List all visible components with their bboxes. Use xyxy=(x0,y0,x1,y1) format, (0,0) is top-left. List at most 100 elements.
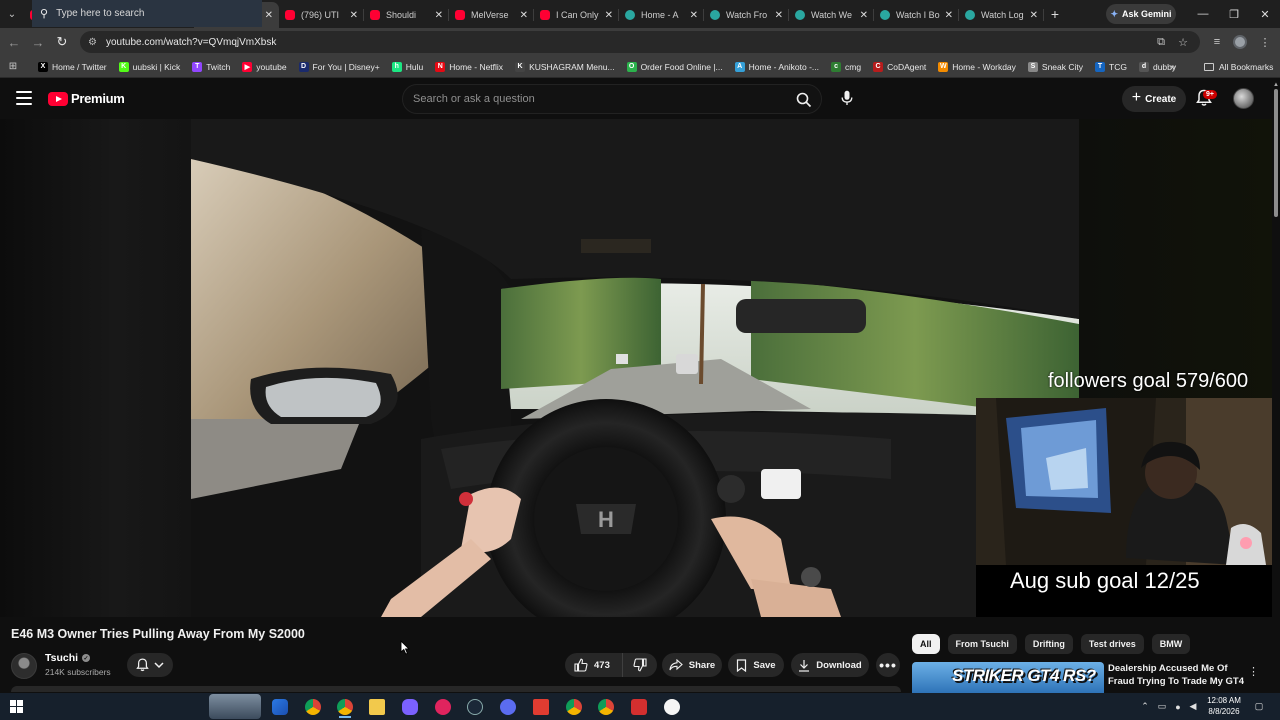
bookmark-item[interactable]: W Home - Workday xyxy=(938,61,1016,72)
taskbar-app-chrome-icon[interactable] xyxy=(333,695,357,718)
reload-button[interactable]: ↻ xyxy=(50,30,74,54)
back-button[interactable]: ← xyxy=(2,30,26,54)
filter-chip[interactable]: Test drives xyxy=(1080,634,1144,654)
taskbar-app-clock-icon[interactable] xyxy=(660,695,684,718)
bookmark-item[interactable]: T Twitch xyxy=(192,61,230,72)
bookmark-item[interactable]: A Home - Anikoto -... xyxy=(734,61,819,72)
tab-close-icon[interactable]: ✕ xyxy=(775,10,783,21)
taskbar-app-chrome-3-icon[interactable] xyxy=(594,695,618,718)
taskbar-app-steam-icon[interactable] xyxy=(463,695,487,718)
more-actions-button[interactable]: ••• xyxy=(876,653,900,677)
subscription-notification-button[interactable] xyxy=(127,653,173,677)
bookmark-item[interactable]: Kuubski | Kick xyxy=(118,61,180,72)
bookmark-item[interactable]: c cmg xyxy=(831,61,861,72)
search-button[interactable] xyxy=(793,89,815,111)
start-button[interactable] xyxy=(0,693,32,720)
channel-name-link[interactable]: Tsuchi ✓ xyxy=(45,652,91,664)
browser-tab[interactable]: Shouldi ✕ xyxy=(364,2,449,28)
filter-chip[interactable]: From Tsuchi xyxy=(947,634,1017,654)
voice-search-button[interactable] xyxy=(835,86,859,110)
taskbar-search-box[interactable]: ⚲ Type here to search xyxy=(32,0,262,27)
site-info-icon[interactable]: ⚙ xyxy=(88,37,102,48)
taskbar-app-file-explorer-icon[interactable] xyxy=(365,695,389,718)
tab-close-icon[interactable]: ✕ xyxy=(1030,10,1038,21)
apps-grid-icon[interactable]: ⊞ xyxy=(0,61,26,72)
notification-center-icon[interactable]: ▢ xyxy=(1252,693,1266,720)
recommended-video-thumbnail[interactable]: STRIKER GT4 RS? xyxy=(912,662,1104,693)
tab-close-icon[interactable]: ✕ xyxy=(435,10,443,21)
browser-tab[interactable]: Watch We ✕ xyxy=(789,2,874,28)
share-button[interactable]: Share xyxy=(662,653,722,677)
tab-close-icon[interactable]: ✕ xyxy=(945,10,953,21)
video-frame[interactable]: H xyxy=(191,119,1079,617)
download-button[interactable]: Download xyxy=(791,653,869,677)
browser-menu-button[interactable]: ⋮ xyxy=(1254,30,1276,54)
tray-volume-icon[interactable]: ◀ xyxy=(1186,693,1200,720)
recommended-more-icon[interactable]: ⋮ xyxy=(1248,665,1259,678)
bookmark-item[interactable]: N Home - Netflix xyxy=(435,61,503,72)
browser-tab[interactable]: Home - A ✕ xyxy=(619,2,704,28)
filter-chip[interactable]: All xyxy=(912,634,940,654)
ask-gemini-button[interactable]: ✦ Ask Gemini xyxy=(1106,4,1176,24)
like-button[interactable]: 473 xyxy=(565,653,623,677)
filter-chip[interactable]: Drifting xyxy=(1024,634,1073,654)
tab-close-icon[interactable]: ✕ xyxy=(350,10,358,21)
browser-tab[interactable]: I Can Only ✕ xyxy=(534,2,619,28)
install-app-icon[interactable]: ⧉ xyxy=(1152,31,1170,53)
bookmark-item[interactable]: ▶ youtube xyxy=(242,61,287,72)
guide-menu-icon[interactable] xyxy=(16,91,32,105)
tab-close-icon[interactable]: ✕ xyxy=(265,10,273,21)
browser-tab[interactable]: Watch Log ✕ xyxy=(959,2,1044,28)
tab-close-icon[interactable]: ✕ xyxy=(690,10,698,21)
search-highlight-image[interactable] xyxy=(209,694,261,719)
tab-close-icon[interactable]: ✕ xyxy=(860,10,868,21)
bookmark-item[interactable]: h Hulu xyxy=(391,61,423,72)
taskbar-app-browser-icon[interactable] xyxy=(496,695,520,718)
bookmark-item[interactable]: X Home / Twitter xyxy=(38,61,107,72)
more-bookmarks-chevron-icon[interactable]: » xyxy=(1170,56,1176,78)
tray-display-icon[interactable]: ▭ xyxy=(1155,693,1169,720)
minimize-window-button[interactable]: — xyxy=(1188,0,1218,28)
bookmark-item[interactable]: O Order Food Online |... xyxy=(626,61,723,72)
save-button[interactable]: Save xyxy=(728,653,784,677)
bookmark-item[interactable]: K KUSHAGRAM Menu... xyxy=(515,61,615,72)
bookmark-star-icon[interactable]: ☆ xyxy=(1174,31,1192,53)
bookmark-item[interactable]: D For You | Disney+ xyxy=(298,61,380,72)
taskbar-app-riot-icon[interactable] xyxy=(529,695,553,718)
account-avatar[interactable] xyxy=(1233,88,1254,109)
page-scrollbar[interactable] xyxy=(1272,79,1280,689)
browser-tab[interactable]: Watch Fro ✕ xyxy=(704,2,789,28)
forward-button[interactable]: → xyxy=(26,30,50,54)
scroll-up-arrow-icon[interactable]: ▲ xyxy=(1272,82,1280,88)
scrollbar-thumb[interactable] xyxy=(1274,89,1278,217)
close-window-button[interactable]: ✕ xyxy=(1250,0,1280,28)
filter-chip[interactable]: BMW xyxy=(1151,634,1191,654)
all-bookmarks-button[interactable]: All Bookmarks xyxy=(1204,56,1273,78)
bookmark-item[interactable]: C CoDAgent xyxy=(873,61,926,72)
tab-close-icon[interactable]: ✕ xyxy=(520,10,528,21)
browser-tab[interactable]: Watch I Bo ✕ xyxy=(874,2,959,28)
browser-tab[interactable]: MelVerse ✕ xyxy=(449,2,534,28)
youtube-premium-logo[interactable]: Premium xyxy=(48,91,125,106)
browser-tab[interactable]: (796) UTI ✕ xyxy=(279,2,364,28)
taskbar-app-media-player-icon[interactable] xyxy=(431,695,455,718)
tab-close-icon[interactable]: ✕ xyxy=(605,10,613,21)
tray-overflow-chevron-icon[interactable]: ⌃ xyxy=(1138,693,1152,720)
bookmark-item[interactable]: T TCG xyxy=(1095,61,1127,72)
tab-search-button[interactable]: ⌄ xyxy=(0,0,24,28)
description-box[interactable] xyxy=(11,686,901,692)
search-input[interactable] xyxy=(413,85,783,113)
bookmark-item[interactable]: S Sneak City xyxy=(1027,61,1083,72)
dislike-button[interactable] xyxy=(623,658,657,672)
taskbar-app-chrome-profile-icon[interactable] xyxy=(301,695,325,718)
new-tab-button[interactable]: + xyxy=(1044,6,1066,22)
tray-microphone-icon[interactable]: ● xyxy=(1171,693,1185,720)
taskbar-app-game-controller-icon[interactable] xyxy=(398,695,422,718)
channel-avatar[interactable] xyxy=(11,653,37,679)
reading-list-icon[interactable]: ≡ xyxy=(1206,30,1228,54)
taskbar-app-acrobat-icon[interactable] xyxy=(627,695,651,718)
create-button[interactable]: + Create xyxy=(1122,86,1186,112)
address-bar[interactable]: ⚙ youtube.com/watch?v=QVmqjVmXbsk ⧉ ☆ xyxy=(80,31,1200,53)
taskbar-clock[interactable]: 12:08 AM 8/8/2026 xyxy=(1200,695,1248,717)
taskbar-app-chrome-2-icon[interactable] xyxy=(562,695,586,718)
